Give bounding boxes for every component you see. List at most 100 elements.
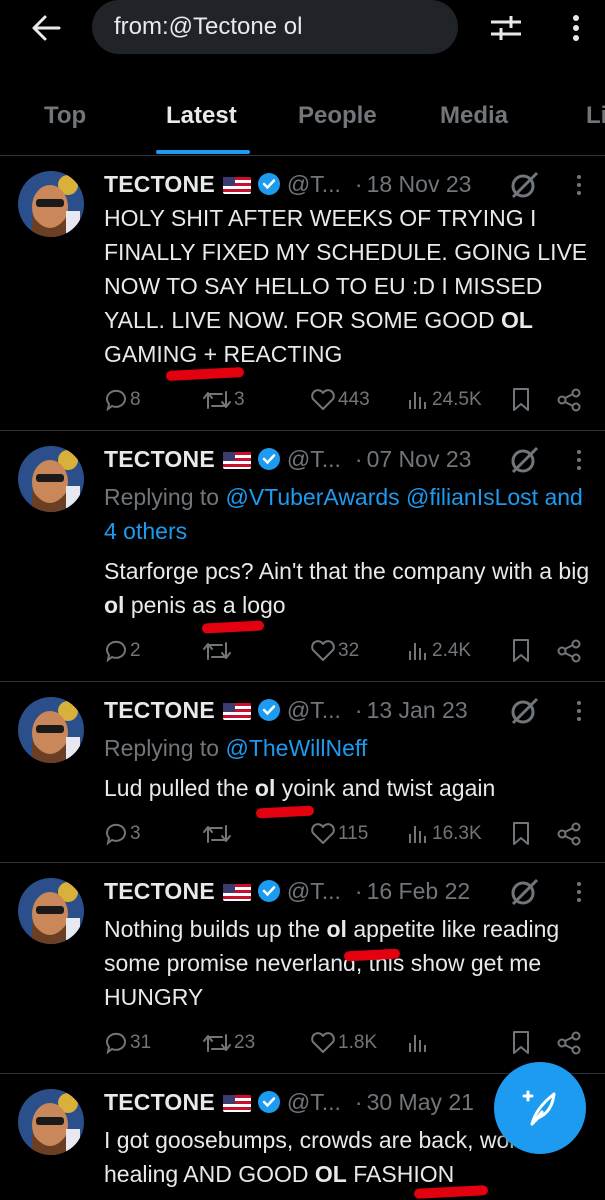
repost-button[interactable] bbox=[202, 819, 234, 849]
repost-button[interactable]: 3 bbox=[202, 385, 245, 415]
avatar[interactable] bbox=[18, 697, 84, 763]
timestamp[interactable]: 16 Feb 22 bbox=[367, 878, 471, 905]
bookmark-icon bbox=[513, 1031, 529, 1054]
share-button[interactable] bbox=[556, 819, 584, 849]
tweet-menu-button[interactable] bbox=[572, 878, 586, 906]
us-flag-icon bbox=[222, 1093, 251, 1112]
more-vertical-icon bbox=[573, 15, 579, 41]
grok-icon[interactable] bbox=[508, 697, 540, 725]
views-button[interactable]: 24.5K bbox=[406, 385, 482, 415]
avatar-image bbox=[18, 697, 84, 763]
reply-mentions-link[interactable]: @TheWillNeff bbox=[225, 735, 367, 761]
reply-button[interactable]: 3 bbox=[104, 819, 141, 849]
filter-sliders-icon bbox=[491, 16, 521, 40]
heart-icon bbox=[311, 823, 335, 844]
avatar-image bbox=[18, 1089, 84, 1155]
avatar[interactable] bbox=[18, 1089, 84, 1155]
repost-icon bbox=[203, 391, 231, 409]
views-chart-icon bbox=[409, 826, 426, 843]
grok-icon[interactable] bbox=[508, 171, 540, 199]
display-name[interactable]: TECTONE bbox=[104, 697, 215, 724]
reply-button[interactable]: 2 bbox=[104, 636, 141, 666]
tweet-header: TECTONE @T... · 18 Nov 23 bbox=[104, 169, 471, 199]
timestamp[interactable]: 30 May 21 bbox=[367, 1089, 474, 1116]
views-button[interactable]: 16.3K bbox=[406, 819, 482, 849]
verified-badge-icon bbox=[257, 879, 281, 903]
like-button[interactable]: 1.8K bbox=[310, 1028, 377, 1058]
tweet-actions: 31 23 1.8K bbox=[104, 1028, 594, 1058]
bookmark-button[interactable] bbox=[510, 636, 534, 666]
display-name[interactable]: TECTONE bbox=[104, 878, 215, 905]
display-name[interactable]: TECTONE bbox=[104, 446, 215, 473]
share-button[interactable] bbox=[556, 636, 584, 666]
avatar-image bbox=[18, 878, 84, 944]
compose-feather-icon bbox=[522, 1090, 556, 1126]
views-button[interactable]: 2.4K bbox=[406, 636, 471, 666]
bookmark-button[interactable] bbox=[510, 819, 534, 849]
reply-button[interactable]: 31 bbox=[104, 1028, 151, 1058]
tweet-menu-button[interactable] bbox=[572, 171, 586, 199]
bookmark-icon bbox=[513, 639, 529, 662]
tweet-actions: 2 32 2.4K bbox=[104, 636, 594, 666]
compose-button[interactable] bbox=[494, 1062, 586, 1154]
tweet-menu-button[interactable] bbox=[572, 697, 586, 725]
display-name[interactable]: TECTONE bbox=[104, 171, 215, 198]
tab-latest[interactable]: Latest bbox=[166, 102, 237, 130]
bookmark-icon bbox=[513, 388, 529, 411]
share-button[interactable] bbox=[556, 1028, 584, 1058]
back-button[interactable] bbox=[28, 10, 64, 46]
timestamp[interactable]: 13 Jan 23 bbox=[367, 697, 468, 724]
views-chart-icon bbox=[409, 392, 426, 409]
tweet[interactable]: TECTONE @T... · 13 Jan 23 Replying to @T… bbox=[0, 683, 605, 863]
views-chart-icon bbox=[409, 1035, 426, 1052]
heart-icon bbox=[311, 1032, 335, 1053]
separator-dot: · bbox=[354, 445, 363, 472]
timestamp[interactable]: 18 Nov 23 bbox=[367, 171, 472, 198]
search-input[interactable]: from:@Tectone ol bbox=[92, 0, 458, 54]
verified-badge-icon bbox=[257, 172, 281, 196]
tweet[interactable]: TECTONE @T... · 18 Nov 23 HOLY SHIT AFTE… bbox=[0, 157, 605, 431]
like-button[interactable]: 32 bbox=[310, 636, 359, 666]
more-options-button[interactable] bbox=[562, 10, 590, 46]
grok-icon[interactable] bbox=[508, 446, 540, 474]
us-flag-icon bbox=[222, 701, 251, 720]
active-tab-indicator bbox=[156, 150, 250, 154]
heart-icon bbox=[311, 640, 335, 661]
timestamp[interactable]: 07 Nov 23 bbox=[367, 446, 472, 473]
reply-icon bbox=[105, 389, 126, 412]
bookmark-button[interactable] bbox=[510, 385, 534, 415]
tweet-menu-button[interactable] bbox=[572, 446, 586, 474]
display-name[interactable]: TECTONE bbox=[104, 1089, 215, 1116]
avatar[interactable] bbox=[18, 446, 84, 512]
tab-lists[interactable]: Li bbox=[586, 102, 605, 130]
views-chart-icon bbox=[409, 643, 426, 660]
filter-button[interactable] bbox=[486, 10, 526, 46]
avatar[interactable] bbox=[18, 171, 84, 237]
reply-button[interactable]: 8 bbox=[104, 385, 141, 415]
tweet[interactable]: TECTONE @T... · 16 Feb 22 Nothing builds… bbox=[0, 864, 605, 1074]
tweet-header: TECTONE @T... · 13 Jan 23 bbox=[104, 695, 468, 725]
grok-icon[interactable] bbox=[508, 878, 540, 906]
repost-icon bbox=[203, 642, 231, 660]
tab-people[interactable]: People bbox=[298, 102, 377, 130]
share-icon bbox=[557, 822, 581, 846]
share-icon bbox=[557, 388, 581, 412]
share-button[interactable] bbox=[556, 385, 584, 415]
repost-button[interactable]: 23 bbox=[202, 1028, 255, 1058]
tweet[interactable]: TECTONE @T... · 07 Nov 23 Replying to @V… bbox=[0, 432, 605, 682]
arrow-left-icon bbox=[32, 15, 61, 41]
tab-media[interactable]: Media bbox=[440, 102, 508, 130]
repost-button[interactable] bbox=[202, 636, 234, 666]
avatar-image bbox=[18, 446, 84, 512]
tab-top[interactable]: Top bbox=[44, 102, 86, 130]
views-button[interactable] bbox=[406, 1028, 432, 1058]
separator-dot: · bbox=[354, 1088, 363, 1115]
reply-context: Replying to @VTuberAwards @filianIsLost … bbox=[104, 484, 583, 544]
avatar[interactable] bbox=[18, 878, 84, 944]
like-button[interactable]: 115 bbox=[310, 819, 368, 849]
bookmark-button[interactable] bbox=[510, 1028, 534, 1058]
like-button[interactable]: 443 bbox=[310, 385, 370, 415]
reply-icon bbox=[105, 1032, 126, 1055]
us-flag-icon bbox=[222, 450, 251, 469]
tweet-text: HOLY SHIT AFTER WEEKS OF TRYING I FINALL… bbox=[104, 205, 588, 367]
